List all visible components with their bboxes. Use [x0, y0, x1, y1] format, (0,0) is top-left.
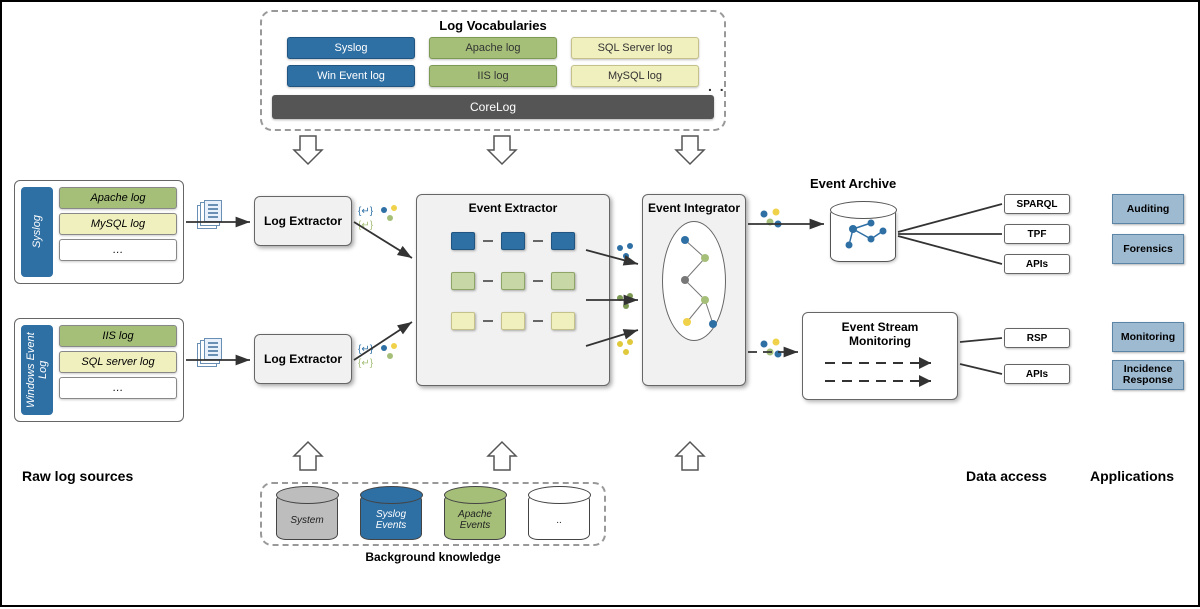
- data-access-label: Data access: [966, 468, 1047, 484]
- integrated-graph-icon: [663, 222, 727, 342]
- event-integrator: Event Integrator: [642, 194, 746, 386]
- graph-glyph: [758, 208, 784, 230]
- background-knowledge-title: Background knowledge: [260, 550, 606, 564]
- vocab-corelog: CoreLog: [272, 95, 714, 119]
- vocab-chip-sqlserver: SQL Server log: [571, 37, 699, 59]
- vocab-more-dots: . .: [708, 78, 726, 94]
- vocab-chip-mysql: MySQL log: [571, 65, 699, 87]
- graph-glyph: {↵} {↵}: [358, 340, 402, 368]
- doc-icon: [204, 200, 222, 222]
- event-stream-monitoring: Event Stream Monitoring: [802, 312, 958, 400]
- log-vocabularies-panel: Log Vocabularies Syslog Apache log SQL S…: [260, 10, 726, 131]
- source-item: …: [59, 239, 177, 261]
- svg-text:{↵}: {↵}: [358, 220, 374, 230]
- bk-cyl-apache: Apache Events: [444, 494, 506, 540]
- app-chip-incidence: Incidence Response: [1112, 360, 1184, 390]
- svg-text:{↵}: {↵}: [358, 206, 374, 217]
- archive-graph-icon: [831, 209, 897, 263]
- doc-icon: [204, 338, 222, 360]
- graph-glyph: {↵} {↵}: [358, 202, 402, 230]
- pipeline-row: [451, 232, 575, 250]
- bk-cyl-more: ..: [528, 494, 590, 540]
- svg-text:{↵}: {↵}: [358, 358, 374, 368]
- graph-glyph: [614, 292, 638, 312]
- graph-glyph: [614, 338, 638, 358]
- graph-glyph: [758, 338, 784, 360]
- event-extractor: Event Extractor: [416, 194, 610, 386]
- source-winevent-box: Windows Event Log IIS log SQL server log…: [14, 318, 184, 422]
- source-winevent-spine: Windows Event Log: [21, 325, 53, 415]
- pipeline-row: [451, 272, 575, 290]
- log-vocabularies-title: Log Vocabularies: [272, 18, 714, 33]
- graph-glyph: [614, 242, 638, 262]
- api-chip-apis: APIs: [1004, 254, 1070, 274]
- source-item: IIS log: [59, 325, 177, 347]
- architecture-diagram: Log Vocabularies Syslog Apache log SQL S…: [0, 0, 1200, 607]
- log-vocabularies-grid: Syslog Apache log SQL Server log Win Eve…: [272, 37, 714, 87]
- pipeline-row: [451, 312, 575, 330]
- vocab-chip-wineventlog: Win Event log: [287, 65, 415, 87]
- vocab-chip-syslog: Syslog: [287, 37, 415, 59]
- vocab-chip-apache: Apache log: [429, 37, 557, 59]
- source-item: SQL server log: [59, 351, 177, 373]
- api-chip-rsp: RSP: [1004, 328, 1070, 348]
- svg-text:{↵}: {↵}: [358, 344, 374, 355]
- log-extractor-1: Log Extractor: [254, 196, 352, 246]
- vocab-chip-iis: IIS log: [429, 65, 557, 87]
- bk-cyl-system: System: [276, 494, 338, 540]
- app-chip-auditing: Auditing: [1112, 194, 1184, 224]
- api-chip-sparql: SPARQL: [1004, 194, 1070, 214]
- app-chip-forensics: Forensics: [1112, 234, 1184, 264]
- log-extractor-2: Log Extractor: [254, 334, 352, 384]
- background-knowledge-panel: System Syslog Events Apache Events .. Ba…: [260, 482, 606, 564]
- source-syslog-box: Syslog Apache log MySQL log …: [14, 180, 184, 284]
- api-chip-apis2: APIs: [1004, 364, 1070, 384]
- bk-cyl-syslog: Syslog Events: [360, 494, 422, 540]
- integrator-oval: [662, 221, 726, 341]
- raw-log-sources-label: Raw log sources: [22, 468, 133, 484]
- app-chip-monitoring: Monitoring: [1112, 322, 1184, 352]
- event-archive-title: Event Archive: [810, 176, 896, 191]
- api-chip-tpf: TPF: [1004, 224, 1070, 244]
- event-archive-cylinder: [830, 208, 896, 262]
- applications-label: Applications: [1090, 468, 1174, 484]
- source-item: MySQL log: [59, 213, 177, 235]
- source-item: Apache log: [59, 187, 177, 209]
- source-syslog-spine: Syslog: [21, 187, 53, 277]
- stream-arrows-icon: [811, 349, 951, 393]
- source-item: …: [59, 377, 177, 399]
